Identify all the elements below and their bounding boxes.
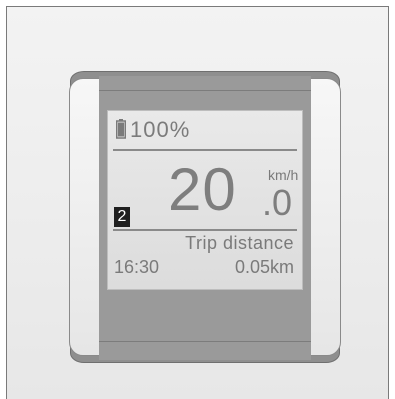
top-divider (113, 149, 297, 151)
middle-divider (113, 229, 297, 231)
speed-decimal: .0 (262, 182, 293, 223)
illustration-frame: 100% 20 km/h .0 2 Trip distance 16:30 0.… (6, 6, 389, 399)
assist-level-badge: 2 (114, 207, 130, 227)
bezel-top-seam (99, 90, 311, 91)
bike-display-unit: 100% 20 km/h .0 2 Trip distance 16:30 0.… (69, 71, 341, 363)
trip-distance-value: 0.05km (234, 257, 294, 277)
right-side-grip (307, 78, 341, 356)
speed-value: 20 (168, 156, 237, 223)
clock-time: 16:30 (114, 257, 160, 277)
lcd-screen: 100% 20 km/h .0 2 Trip distance 16:30 0.… (107, 110, 303, 290)
battery-percentage: 100% (130, 117, 191, 142)
speed-unit: km/h (268, 167, 299, 183)
battery-full-icon (116, 119, 126, 139)
left-side-grip (69, 78, 103, 356)
bezel-bottom-seam (99, 341, 311, 342)
trip-distance-label: Trip distance (185, 233, 294, 253)
